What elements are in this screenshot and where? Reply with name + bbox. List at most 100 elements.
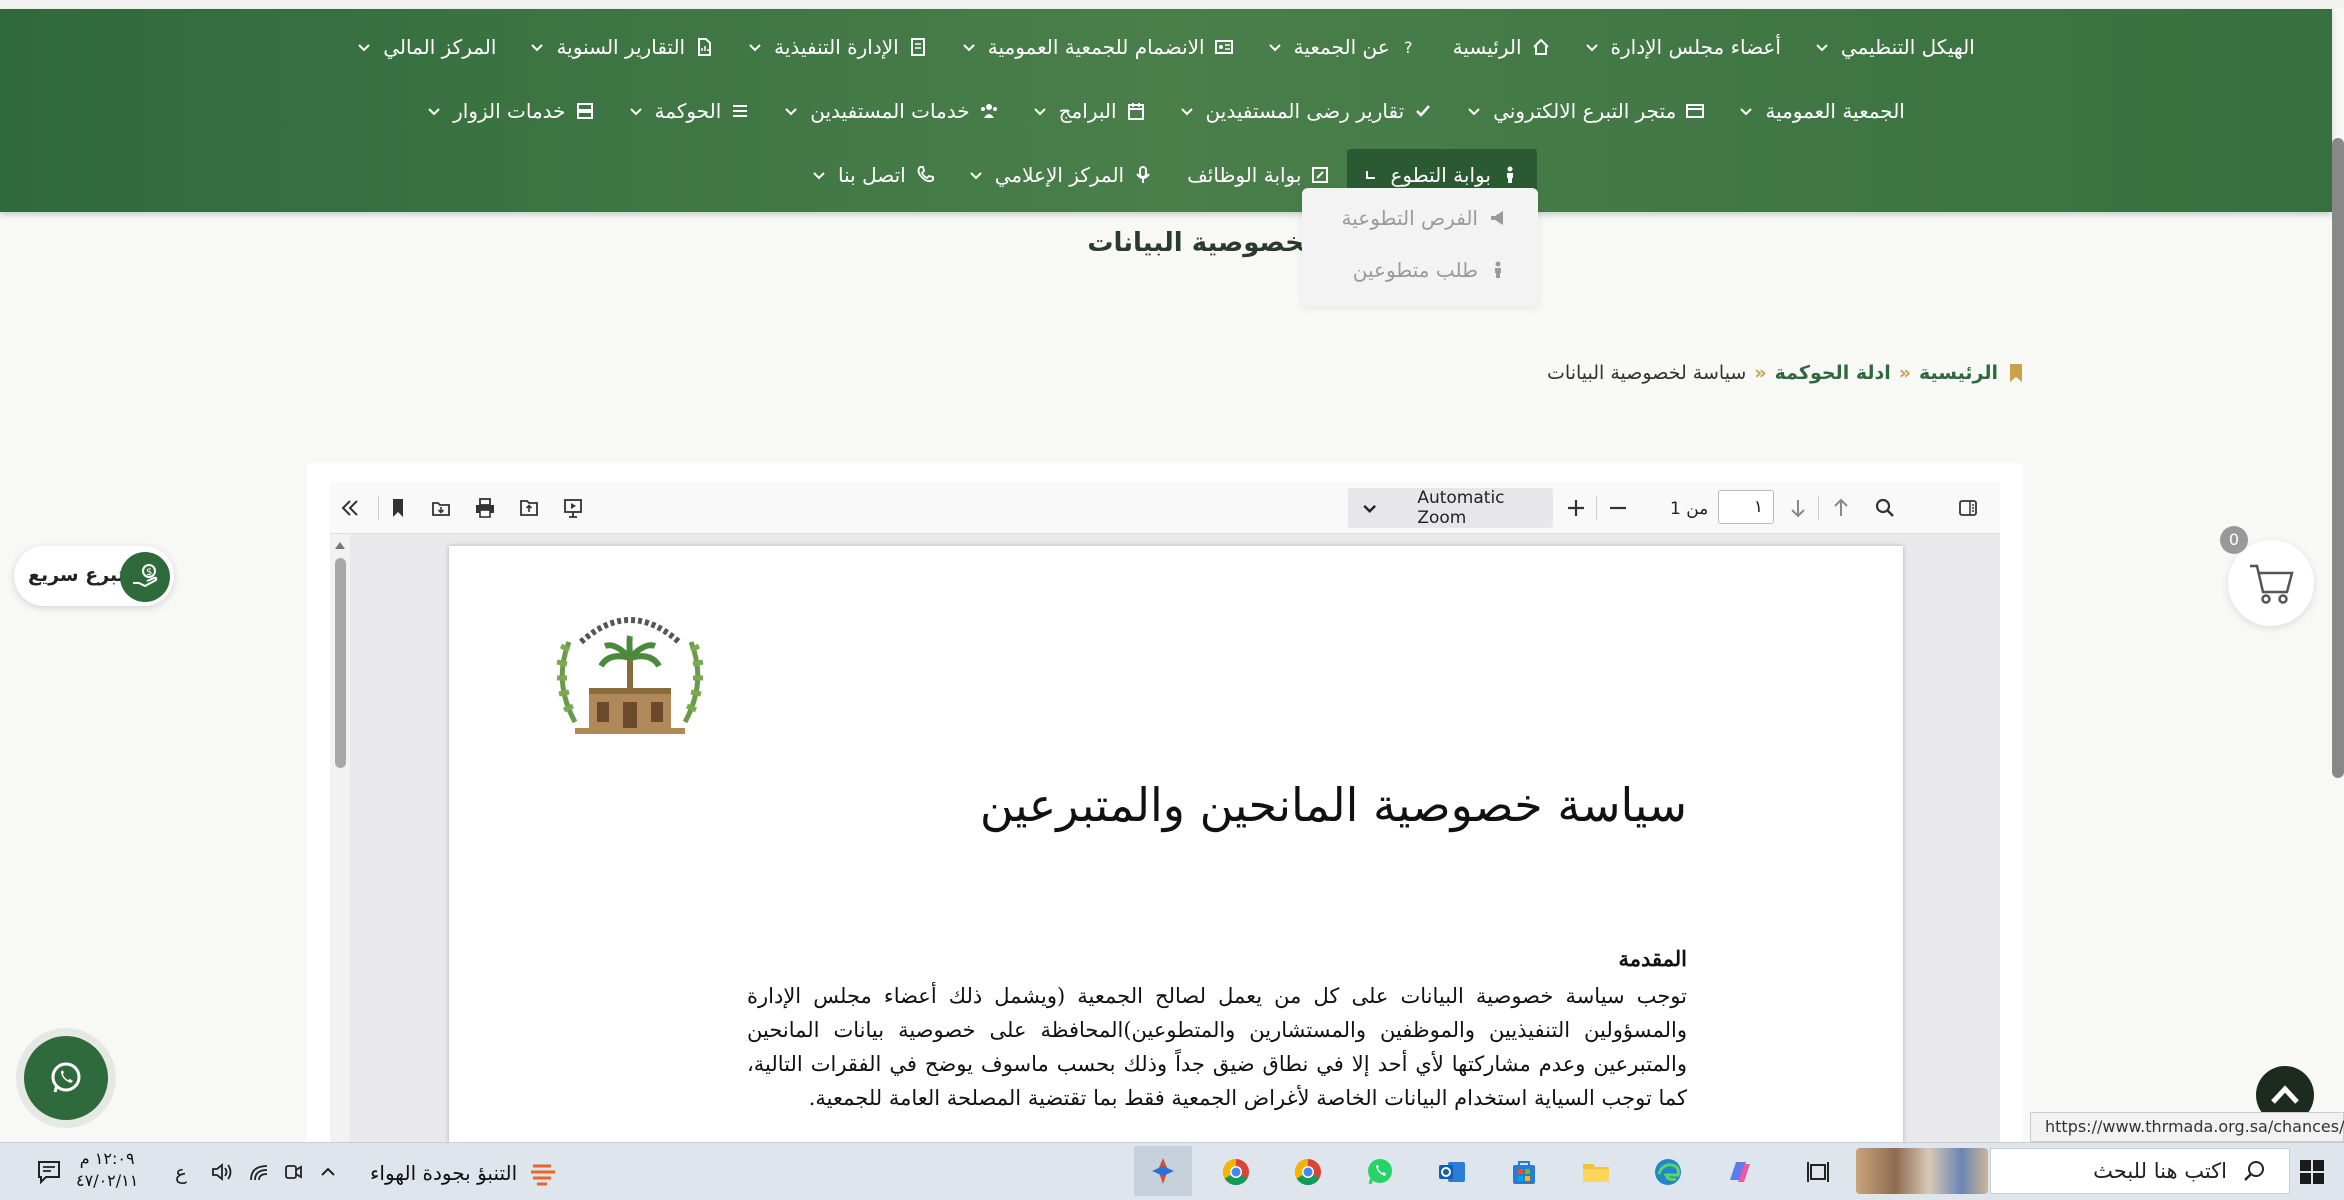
check-icon: [1416, 105, 1431, 117]
svg-text:$: $: [146, 567, 152, 578]
nav-item-general-assembly[interactable]: الجمعية العمومية: [1722, 85, 1922, 137]
nav-item-satisfaction-reports[interactable]: تقارير رضى المستفيدين: [1163, 85, 1451, 137]
taskbar-app-file-explorer[interactable]: [1574, 1150, 1618, 1194]
app-icon: [1152, 1158, 1174, 1184]
taskbar-app-active[interactable]: [1134, 1146, 1192, 1196]
document-icon: [910, 38, 925, 56]
meet-now-button[interactable]: [280, 1150, 306, 1194]
taskbar-app-chrome-profile[interactable]: [1214, 1150, 1258, 1194]
open-file-button[interactable]: [515, 494, 543, 522]
document-section-heading: المقدمة: [1618, 946, 1687, 971]
whatsapp-button[interactable]: [16, 1028, 116, 1128]
zoom-out-button[interactable]: [1604, 494, 1632, 522]
nav-item-visitor-services[interactable]: خدمات الزوار: [410, 85, 611, 137]
report-icon: [698, 38, 712, 56]
nav-label: التقارير السنوية: [556, 35, 686, 59]
nav-item-financial-center[interactable]: المركز المالي: [340, 21, 513, 73]
page-count: من 1: [1670, 499, 1709, 519]
chevron-down-icon: [785, 108, 797, 116]
print-button[interactable]: [471, 494, 499, 522]
tools-menu-button[interactable]: [336, 494, 364, 522]
chevron-down-icon: [629, 108, 642, 116]
nav-item-annual-reports[interactable]: التقارير السنوية: [513, 21, 731, 73]
presentation-mode-button[interactable]: [559, 494, 587, 522]
taskbar-clock[interactable]: ١٢:٠٩ م ٤٧/٠٢/١١: [76, 1148, 138, 1192]
quick-donate-button[interactable]: تبرع سريع $: [14, 546, 174, 606]
chevron-down-icon: [1816, 44, 1828, 52]
taskbar-search-box[interactable]: اكتب هنا للبحث: [1990, 1148, 2290, 1194]
start-button[interactable]: [2290, 1150, 2334, 1194]
question-icon: ?: [1404, 38, 1413, 57]
dropdown-item-request-volunteers[interactable]: طلب متطوعين: [1353, 258, 1508, 282]
nav-label: الجمعية العمومية: [1765, 99, 1905, 123]
chevron-down-icon: [749, 44, 761, 52]
arrow-down-icon: [1791, 500, 1805, 518]
sidebar-toggle-button[interactable]: [1954, 494, 1982, 522]
input-language[interactable]: ع: [168, 1150, 194, 1194]
network-button[interactable]: [246, 1150, 272, 1194]
nav-item-org-structure[interactable]: الهيكل التنظيمي: [1798, 21, 1992, 73]
download-button[interactable]: [427, 494, 455, 522]
dropdown-item-volunteer-opportunities[interactable]: الفرص التطوعية: [1342, 206, 1508, 230]
breadcrumb-parent-link[interactable]: ادلة الحوكمة: [1775, 362, 1891, 384]
taskbar-app-edge[interactable]: [1646, 1150, 1690, 1194]
find-button[interactable]: [1871, 494, 1899, 522]
megaphone-icon: [1491, 211, 1503, 225]
taskbar-app-copilot[interactable]: [1718, 1150, 1762, 1194]
chevron-up-icon: [321, 1167, 335, 1176]
nav-label: البرامج: [1058, 99, 1117, 123]
person-icon: [1495, 261, 1501, 278]
nav-label: بوابة الوظائف: [1187, 163, 1302, 187]
volume-button[interactable]: [208, 1150, 238, 1194]
nav-item-about[interactable]: ? عن الجمعية: [1251, 21, 1436, 73]
cart-count-badge: 0: [2220, 526, 2248, 554]
taskbar-app-whatsapp[interactable]: [1358, 1150, 1402, 1194]
nav-item-governance[interactable]: الحوكمة: [612, 85, 768, 137]
nav-label: الإدارة التنفيذية: [774, 35, 899, 59]
scroll-up-arrow-icon[interactable]: [334, 540, 346, 550]
speaker-icon: [212, 1163, 232, 1181]
show-hidden-icons-button[interactable]: [315, 1150, 341, 1194]
pdf-scrollbar-thumb[interactable]: [335, 558, 346, 768]
zoom-select[interactable]: Automatic Zoom: [1348, 488, 1553, 528]
zoom-select-value: Automatic Zoom: [1417, 488, 1505, 528]
nav-item-contact[interactable]: اتصل بنا: [795, 149, 952, 201]
task-view-icon: [1807, 1162, 1829, 1182]
weather-widget[interactable]: التنبؤ بجودة الهواء: [370, 1158, 559, 1188]
nav-item-programs[interactable]: البرامج: [1016, 85, 1163, 137]
nav-label: بوابة التطوع: [1390, 163, 1491, 187]
bookmark-button[interactable]: [384, 494, 412, 522]
zoom-in-button[interactable]: [1562, 494, 1590, 522]
nav-item-executive[interactable]: الإدارة التنفيذية: [731, 21, 945, 73]
previous-page-button[interactable]: [1827, 494, 1855, 522]
nav-row-3: بوابة التطوع بوابة الوظائف المركز الإعلا…: [0, 149, 2332, 201]
nav-label: اتصل بنا: [838, 163, 906, 187]
sidebar-toggle-icon: [1959, 500, 1977, 516]
taskbar-app-outlook[interactable]: [1430, 1150, 1474, 1194]
cart-button[interactable]: [2228, 540, 2314, 626]
nav-item-media-center[interactable]: المركز الإعلامي: [952, 149, 1170, 201]
page-scrollbar[interactable]: [2332, 138, 2344, 778]
taskbar-app-store[interactable]: [1502, 1150, 1546, 1194]
taskbar-app-chrome[interactable]: [1286, 1150, 1330, 1194]
nav-item-home[interactable]: الرئيسية: [1436, 21, 1568, 73]
bookmark-icon: [393, 499, 403, 517]
dropdown-item-label: الفرص التطوعية: [1341, 206, 1478, 230]
clock-date: ٤٧/٠٢/١١: [76, 1171, 139, 1190]
nav-item-donation-store[interactable]: متجر التبرع الالكتروني: [1450, 85, 1722, 137]
air-quality-icon: [531, 1164, 556, 1186]
task-view-button[interactable]: [1796, 1150, 1840, 1194]
nav-item-board-members[interactable]: أعضاء مجلس الإدارة: [1568, 21, 1798, 73]
notifications-button[interactable]: [32, 1150, 66, 1194]
nav-item-beneficiary-services[interactable]: خدمات المستفيدين: [767, 85, 1015, 137]
search-highlight-image[interactable]: [1856, 1148, 1988, 1194]
nav-item-join-assembly[interactable]: الانضمام للجمعية العمومية: [945, 21, 1251, 73]
document-title: سياسة خصوصية المانحين والمتبرعين: [979, 778, 1687, 832]
nav-label: خدمات المستفيدين: [810, 99, 970, 123]
print-icon: [476, 498, 494, 518]
next-page-button[interactable]: [1784, 494, 1812, 522]
bookmark-icon: [2010, 364, 2022, 382]
page-number-input[interactable]: ١: [1718, 490, 1774, 524]
breadcrumb-home-link[interactable]: الرئيسية: [1919, 362, 1998, 384]
chevron-down-icon: [1363, 504, 1376, 513]
